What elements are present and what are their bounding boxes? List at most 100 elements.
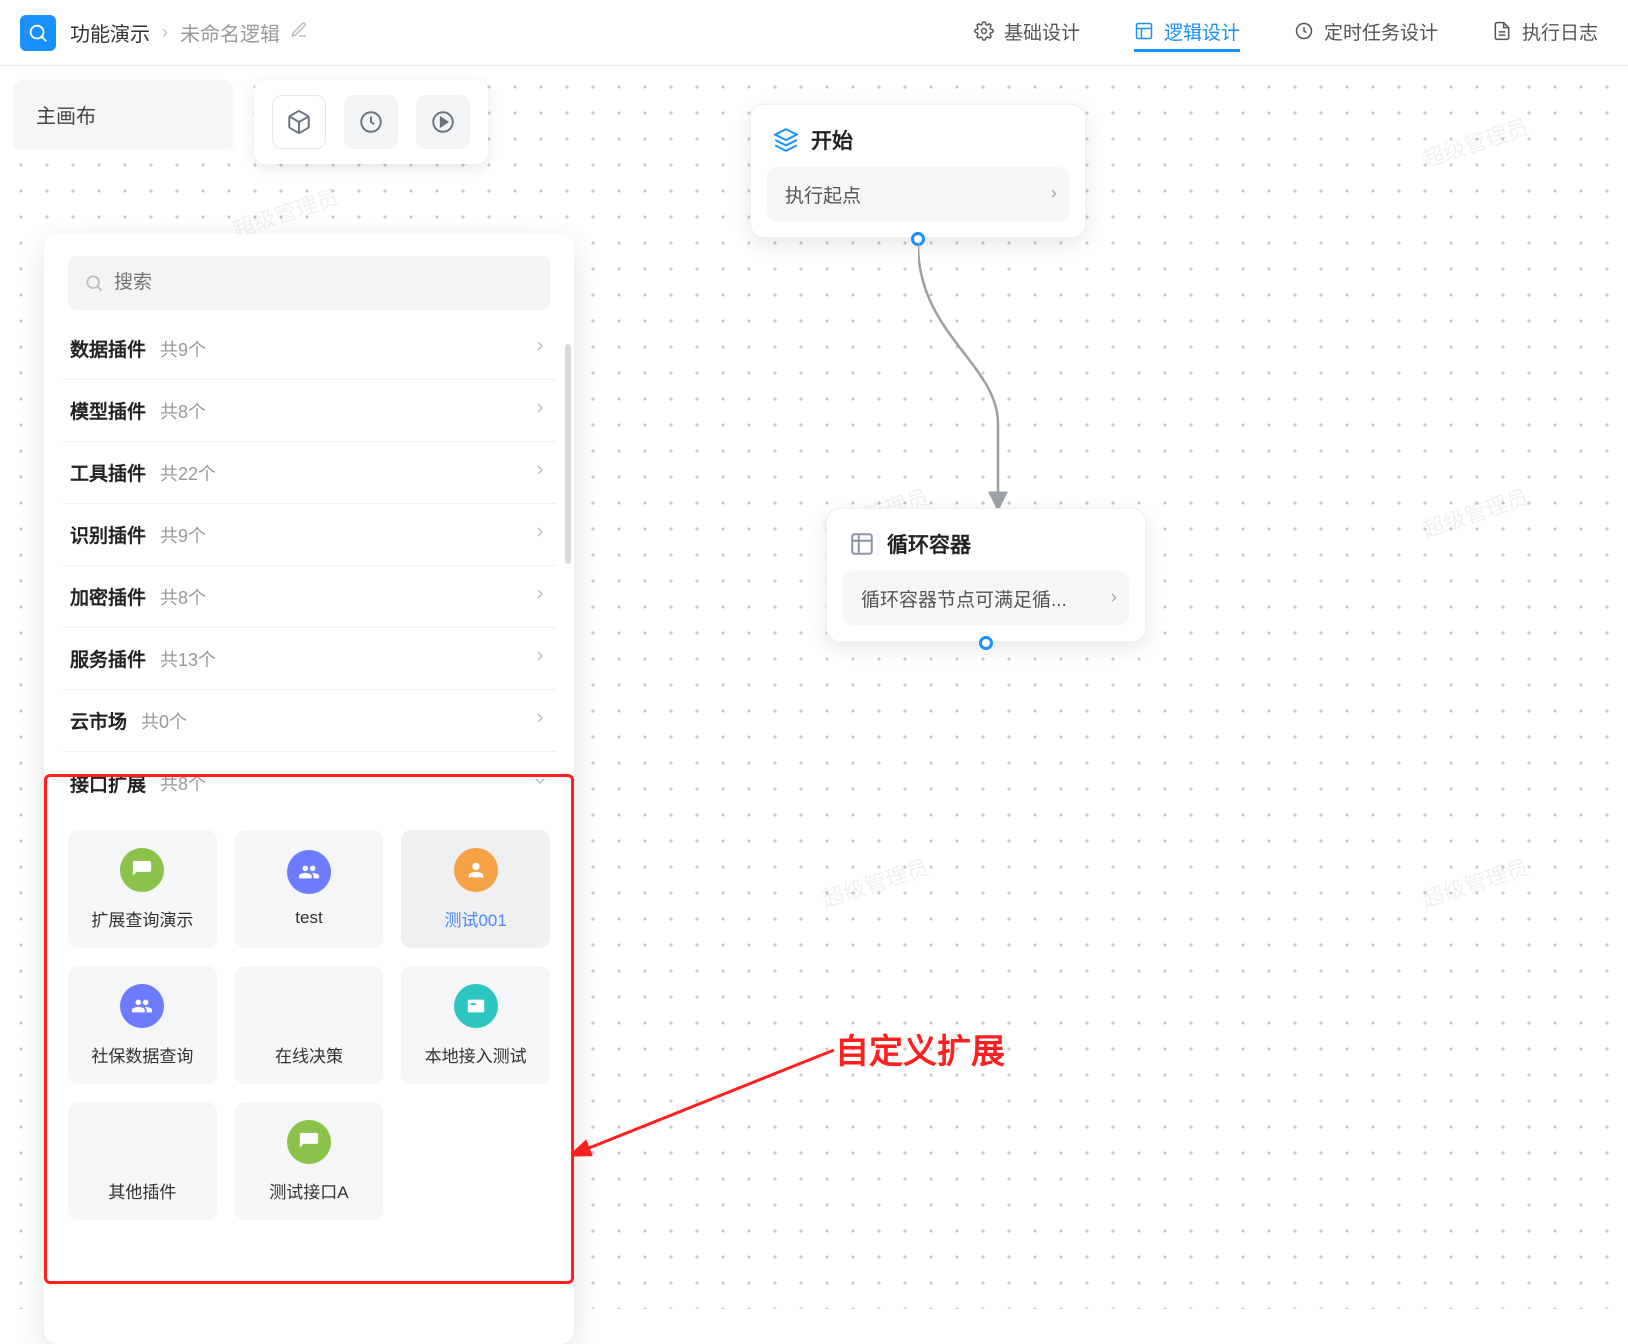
plugin-card[interactable]: test (235, 830, 384, 948)
nav-logic-label: 逻辑设计 (1164, 18, 1240, 45)
canvas[interactable]: 超级管理员 超级管理员 超级管理员 超级管理员 超级管理员 超级管理员 超级管理… (0, 66, 1628, 1309)
plugin-name: 本地接入测试 (425, 1042, 527, 1067)
node-loop-out-port[interactable] (979, 636, 993, 650)
nav-log-label: 执行日志 (1522, 18, 1598, 45)
category-count: 共8个 (160, 584, 532, 610)
person-icon (454, 848, 498, 892)
watermark: 超级管理员 (1418, 480, 1533, 544)
category-row[interactable]: 识别插件共9个 (62, 504, 556, 566)
category-count: 共13个 (160, 646, 532, 672)
chevron-right-icon (532, 648, 548, 669)
document-icon (1492, 21, 1512, 41)
watermark: 超级管理员 (818, 850, 933, 914)
scrollbar[interactable] (565, 344, 571, 564)
app-logo (20, 15, 56, 51)
nav-schedule-label: 定时任务设计 (1324, 18, 1438, 45)
tool-run-button[interactable] (416, 95, 470, 149)
category-count: 共8个 (160, 770, 532, 796)
plugin-card[interactable]: 其他插件 (68, 1102, 217, 1220)
breadcrumb-main[interactable]: 功能演示 (70, 18, 150, 47)
chevron-right-icon (532, 338, 548, 359)
tool-history-button[interactable] (344, 95, 398, 149)
chevron-right-icon (532, 524, 548, 545)
connector-start-to-loop (918, 244, 1078, 512)
canvas-tab-main[interactable]: 主画布 (14, 80, 232, 148)
nav-basic-label: 基础设计 (1004, 18, 1080, 45)
layout-icon (1134, 21, 1154, 41)
category-label: 接口扩展 (70, 770, 146, 797)
topbar: 功能演示 › 未命名逻辑 基础设计 逻辑设计 定时任务设计 执行日志 (0, 0, 1628, 66)
table-icon (849, 531, 875, 557)
category-row[interactable]: 接口扩展共8个 (62, 752, 556, 814)
nav-execution-log[interactable]: 执行日志 (1492, 18, 1598, 49)
chevron-down-icon (532, 773, 548, 794)
edit-icon[interactable] (290, 21, 308, 44)
plugin-card[interactable]: 在线决策 (235, 966, 384, 1084)
category-label: 加密插件 (70, 583, 146, 610)
plugin-name: 社保数据查询 (91, 1042, 193, 1067)
node-start-body-text: 执行起点 (785, 181, 861, 208)
category-count: 共22个 (160, 460, 532, 486)
search-icon (84, 273, 104, 293)
gear-icon (974, 21, 994, 41)
annotation-arrow (574, 1040, 844, 1165)
plugin-card[interactable]: 扩展查询演示 (68, 830, 217, 948)
category-label: 工具插件 (70, 459, 146, 486)
category-label: 数据插件 (70, 335, 146, 362)
watermark: 超级管理员 (1418, 110, 1533, 174)
nav-schedule-design[interactable]: 定时任务设计 (1294, 18, 1438, 49)
category-row[interactable]: 加密插件共8个 (62, 566, 556, 628)
node-start[interactable]: 开始 执行起点 › (750, 104, 1086, 238)
top-nav: 基础设计 逻辑设计 定时任务设计 执行日志 (974, 0, 1598, 66)
chevron-right-icon (532, 400, 548, 421)
category-count: 共8个 (160, 398, 532, 424)
plugin-card[interactable]: 测试001 (401, 830, 550, 948)
node-loop-title: 循环容器 (887, 529, 971, 559)
nav-logic-design[interactable]: 逻辑设计 (1134, 15, 1240, 52)
plugin-name: test (295, 908, 322, 928)
plugin-grid: 扩展查询演示 test 测试001 社保数据查询 在线决策 本地接入测试其他插件 测试接口A (62, 830, 556, 1220)
category-label: 模型插件 (70, 397, 146, 424)
node-toolbar (254, 80, 488, 164)
node-start-body[interactable]: 执行起点 › (767, 167, 1069, 221)
node-loop[interactable]: 循环容器 循环容器节点可满足循... › (826, 508, 1146, 642)
category-row[interactable]: 工具插件共22个 (62, 442, 556, 504)
plugin-name: 测试001 (444, 906, 506, 931)
canvas-tab-label: 主画布 (36, 100, 96, 129)
annotation-label: 自定义扩展 (835, 1024, 1005, 1073)
breadcrumb-sub[interactable]: 未命名逻辑 (180, 18, 280, 47)
plugin-name: 在线决策 (275, 1042, 343, 1067)
node-start-header: 开始 (767, 121, 1069, 167)
plugin-search[interactable] (68, 256, 550, 310)
watermark: 超级管理员 (1418, 850, 1533, 914)
category-row[interactable]: 服务插件共13个 (62, 628, 556, 690)
category-label: 服务插件 (70, 645, 146, 672)
breadcrumb-separator-icon: › (162, 22, 168, 43)
category-label: 云市场 (70, 707, 127, 734)
node-loop-body[interactable]: 循环容器节点可满足循... › (843, 571, 1129, 625)
chevron-right-icon (532, 462, 548, 483)
nav-basic-design[interactable]: 基础设计 (974, 18, 1080, 49)
card-icon (454, 984, 498, 1028)
category-count: 共9个 (160, 336, 532, 362)
chat-icon (120, 848, 164, 892)
category-row[interactable]: 云市场共0个 (62, 690, 556, 752)
plugin-panel: 数据插件共9个模型插件共8个工具插件共22个识别插件共9个加密插件共8个服务插件… (44, 234, 574, 1344)
chevron-right-icon (532, 586, 548, 607)
chevron-right-icon: › (1051, 183, 1057, 205)
chevron-right-icon: › (1111, 587, 1117, 609)
clock-icon (1294, 21, 1314, 41)
node-start-out-port[interactable] (911, 232, 925, 246)
category-row[interactable]: 数据插件共9个 (62, 318, 556, 380)
category-label: 识别插件 (70, 521, 146, 548)
category-row[interactable]: 模型插件共8个 (62, 380, 556, 442)
plugin-card[interactable]: 测试接口A (235, 1102, 384, 1220)
plugin-card[interactable]: 本地接入测试 (401, 966, 550, 1084)
node-loop-body-text: 循环容器节点可满足循... (861, 585, 1067, 612)
node-start-title: 开始 (811, 125, 853, 155)
chat-icon (287, 1120, 331, 1164)
plugin-name: 其他插件 (108, 1178, 176, 1203)
plugin-search-input[interactable] (114, 272, 534, 294)
plugin-card[interactable]: 社保数据查询 (68, 966, 217, 1084)
tool-package-button[interactable] (272, 95, 326, 149)
